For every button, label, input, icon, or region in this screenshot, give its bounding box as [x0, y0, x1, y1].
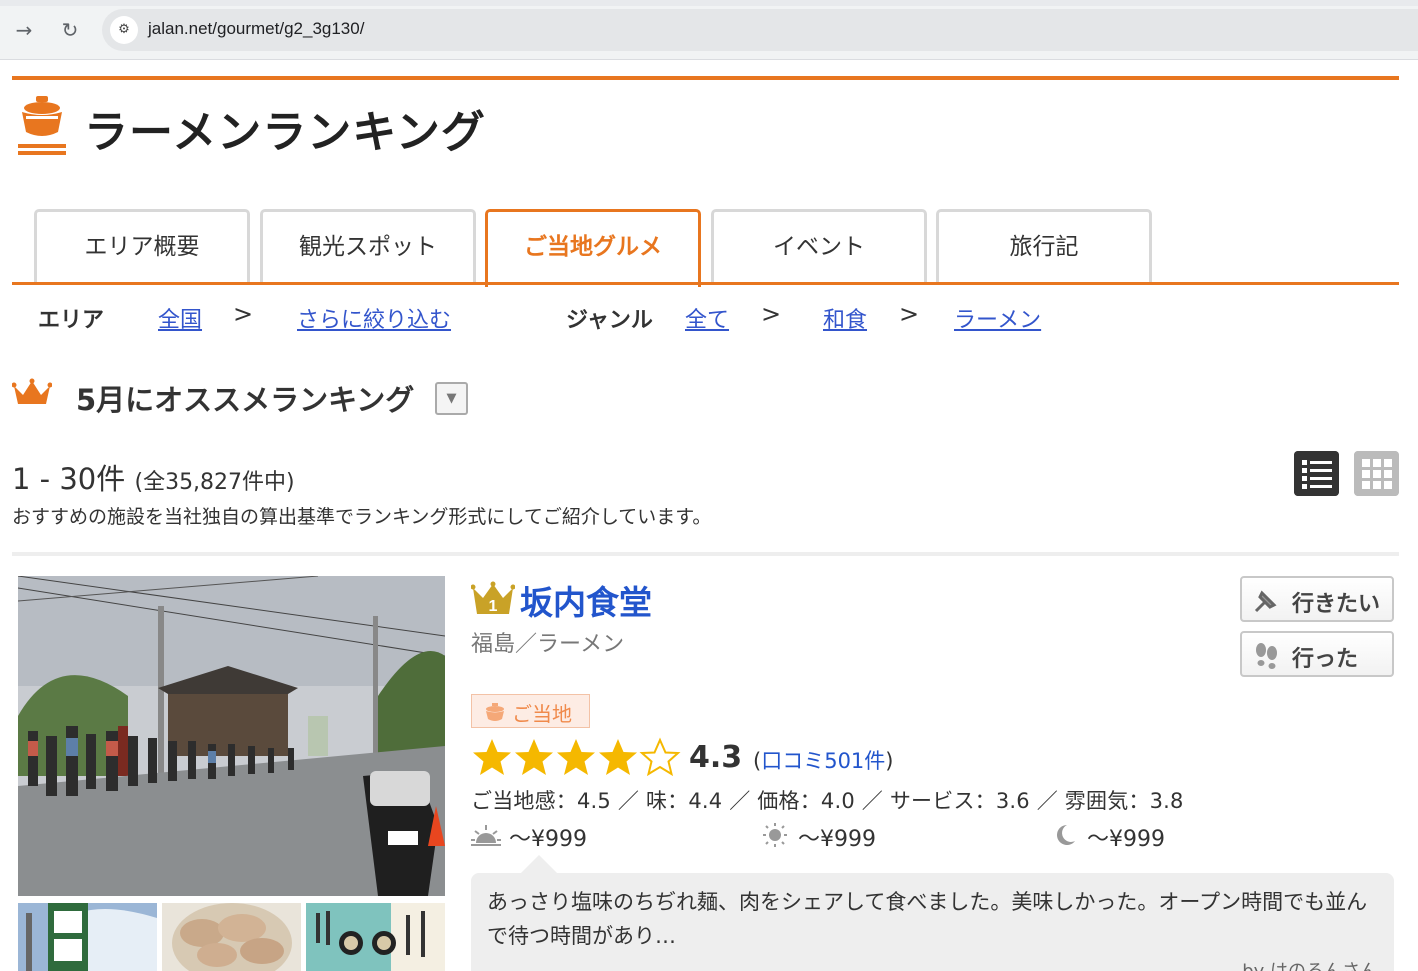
area-link-all-japan[interactable]: 全国 — [158, 302, 202, 334]
page-title: ラーメンランキング — [84, 107, 486, 158]
ranking-dropdown-button[interactable]: ▼ — [435, 382, 468, 415]
photo-thumbnail[interactable] — [18, 903, 157, 971]
restaurant-name-link[interactable]: 坂内食堂 — [520, 576, 652, 624]
photo-thumbnail[interactable] — [306, 903, 445, 971]
ranking-heading: 5月にオススメランキング — [76, 383, 415, 417]
tab-underline — [12, 282, 1399, 285]
header-accent-bar — [12, 76, 1399, 80]
star-full-icon — [599, 739, 637, 775]
tab-strip — [0, 0, 1418, 6]
result-range: 1 - 30件 — [12, 462, 126, 496]
photo-thumbnail[interactable] — [162, 903, 301, 971]
price-morning-value: ～¥999 — [509, 827, 587, 852]
went-button[interactable]: 行った — [1240, 631, 1394, 677]
review-author: by はのるんさん — [1242, 957, 1378, 971]
address-bar[interactable]: ⚙ jalan.net/gourmet/g2_3g130/ — [102, 9, 1418, 51]
pin-icon — [1254, 590, 1277, 613]
ranking-description: おすすめの施設を当社独自の算出基準でランキング形式にしてご紹介しています。 — [12, 506, 712, 528]
star-empty-icon — [639, 737, 681, 777]
rank-1-crown-icon: 1 — [471, 581, 515, 615]
breadcrumb-separator: > — [761, 300, 782, 328]
genre-link-all[interactable]: 全て — [685, 302, 729, 334]
list-view-icon[interactable] — [1294, 451, 1339, 496]
genre-link-japanese[interactable]: 和食 — [823, 302, 867, 334]
sun-icon — [763, 823, 787, 847]
review-text: あっさり塩味のちぢれ麺、肉をシェアして食べました。美味しかった。オープン時間でも… — [487, 890, 1368, 948]
moon-icon — [1057, 825, 1075, 845]
review-count-link[interactable]: 口コミ501件 — [761, 749, 885, 773]
forward-icon[interactable]: → — [10, 16, 38, 44]
want-to-go-button[interactable]: 行きたい — [1240, 576, 1394, 622]
tab-sightseeing[interactable]: 観光スポット — [260, 209, 476, 285]
browser-toolbar: → ↻ ⚙ jalan.net/gourmet/g2_3g130/ — [0, 0, 1418, 60]
bowl-icon — [486, 703, 504, 721]
tab-area-overview[interactable]: エリア概要 — [34, 209, 250, 285]
grid-view-icon[interactable] — [1354, 451, 1399, 496]
area-filter-label: エリア — [38, 308, 105, 333]
result-count: 1 - 30件 (全35,827件中) — [12, 456, 295, 498]
sub-scores: ご当地感：4.5 ／ 味：4.4 ／ 価格：4.0 ／ サービス：3.6 ／ 雰… — [471, 789, 1184, 813]
price-lunch-value: ～¥999 — [798, 827, 876, 852]
crown-icon — [12, 378, 52, 404]
breadcrumb-separator: > — [899, 300, 920, 328]
rating-score: 4.3 — [689, 740, 743, 775]
star-full-icon — [473, 739, 511, 775]
review-count-close: ) — [885, 749, 894, 773]
review-count: (口コミ501件) — [753, 745, 894, 775]
morning-sun-icon — [471, 825, 501, 846]
section-divider — [12, 552, 1399, 556]
area-link-narrow-down[interactable]: さらに絞り込む — [297, 302, 451, 334]
site-info-icon[interactable]: ⚙ — [110, 16, 138, 44]
tab-travel-journal[interactable]: 旅行記 — [936, 209, 1152, 285]
result-total: (全35,827件中) — [134, 470, 295, 495]
svg-text:1: 1 — [489, 598, 498, 615]
star-full-icon — [557, 739, 595, 775]
footprints-icon — [1256, 643, 1277, 669]
tab-events[interactable]: イベント — [711, 209, 927, 285]
tab-local-gourmet[interactable]: ご当地グルメ — [485, 209, 701, 287]
price-dinner-value: ～¥999 — [1087, 827, 1165, 852]
restaurant-area-genre: 福島／ラーメン — [471, 632, 625, 657]
reload-icon[interactable]: ↻ — [56, 16, 84, 44]
ramen-bowl-icon — [18, 96, 66, 155]
genre-filter-label: ジャンル — [566, 308, 653, 333]
review-snippet: あっさり塩味のちぢれ麺、肉をシェアして食べました。美味しかった。オープン時間でも… — [471, 855, 1394, 971]
star-full-icon — [515, 739, 553, 775]
review-count-open: ( — [753, 749, 762, 773]
restaurant-photo[interactable] — [18, 576, 445, 896]
local-gourmet-badge-label: ご当地 — [512, 702, 572, 726]
genre-link-ramen[interactable]: ラーメン — [954, 302, 1041, 334]
local-gourmet-badge: ご当地 — [471, 694, 590, 728]
url-text[interactable]: jalan.net/gourmet/g2_3g130/ — [148, 19, 364, 39]
breadcrumb-separator: > — [233, 300, 254, 328]
went-label: 行った — [1292, 647, 1359, 672]
want-to-go-label: 行きたい — [1292, 592, 1381, 617]
